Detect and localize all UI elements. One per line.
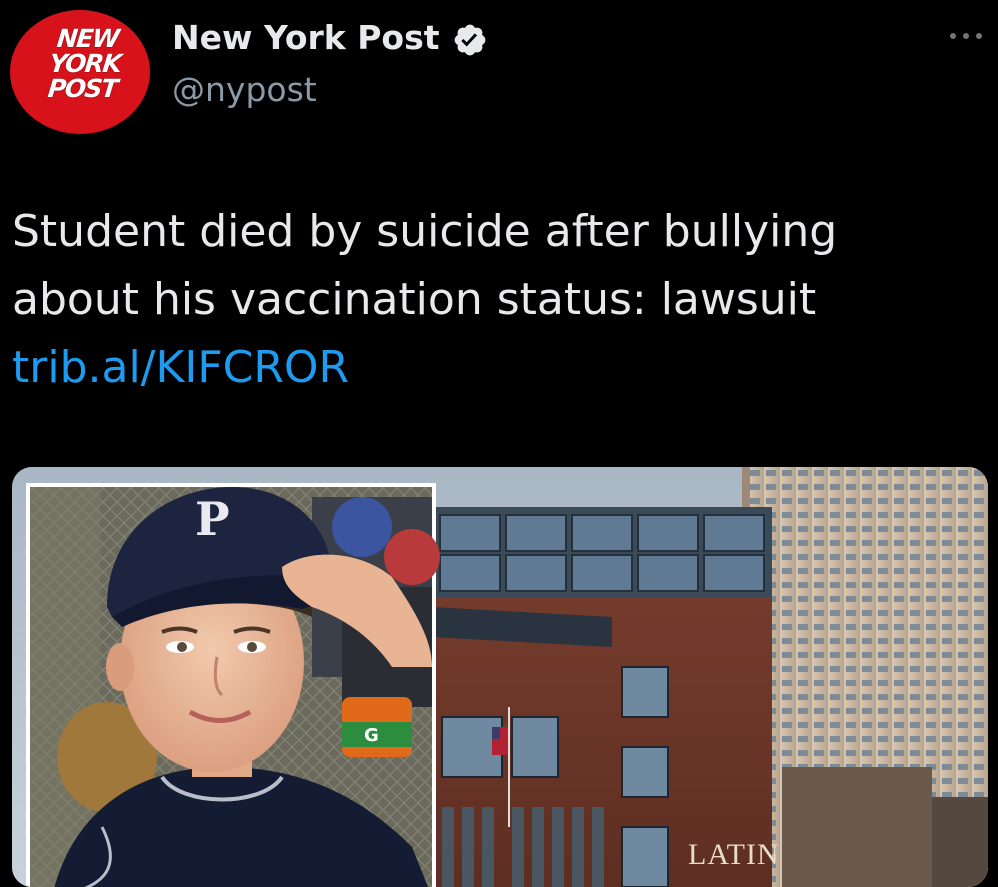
- bottle-letter: G: [364, 725, 379, 746]
- avatar-logo-line-1: NEW: [55, 24, 120, 53]
- building-sign: LATIN: [688, 838, 780, 871]
- avatar[interactable]: NEW YORK POST: [10, 10, 150, 134]
- display-name[interactable]: New York Post: [172, 18, 440, 57]
- verified-badge-icon: [454, 24, 486, 56]
- tweet-text-line-2: about his vaccination status: lawsuit: [12, 274, 817, 325]
- tweet-media-image[interactable]: LATIN G P: [12, 467, 988, 887]
- avatar-logo-line-2: YORK: [47, 49, 123, 78]
- more-horizontal-icon[interactable]: [946, 30, 986, 42]
- media-photo: LATIN G P: [12, 467, 988, 887]
- tweet-text-line-1: Student died by suicide after bullying: [12, 206, 838, 257]
- cap-letter: P: [195, 492, 230, 546]
- avatar-logo: NEW YORK POST: [36, 24, 134, 103]
- avatar-logo-line-3: POST: [46, 74, 119, 103]
- user-handle[interactable]: @nypost: [172, 70, 317, 109]
- tweet-link[interactable]: trib.al/KIFCROR: [12, 334, 982, 402]
- tweet: NEW YORK POST New York Post @nypost Stud…: [0, 0, 998, 887]
- tweet-text: Student died by suicide after bullying a…: [12, 198, 982, 402]
